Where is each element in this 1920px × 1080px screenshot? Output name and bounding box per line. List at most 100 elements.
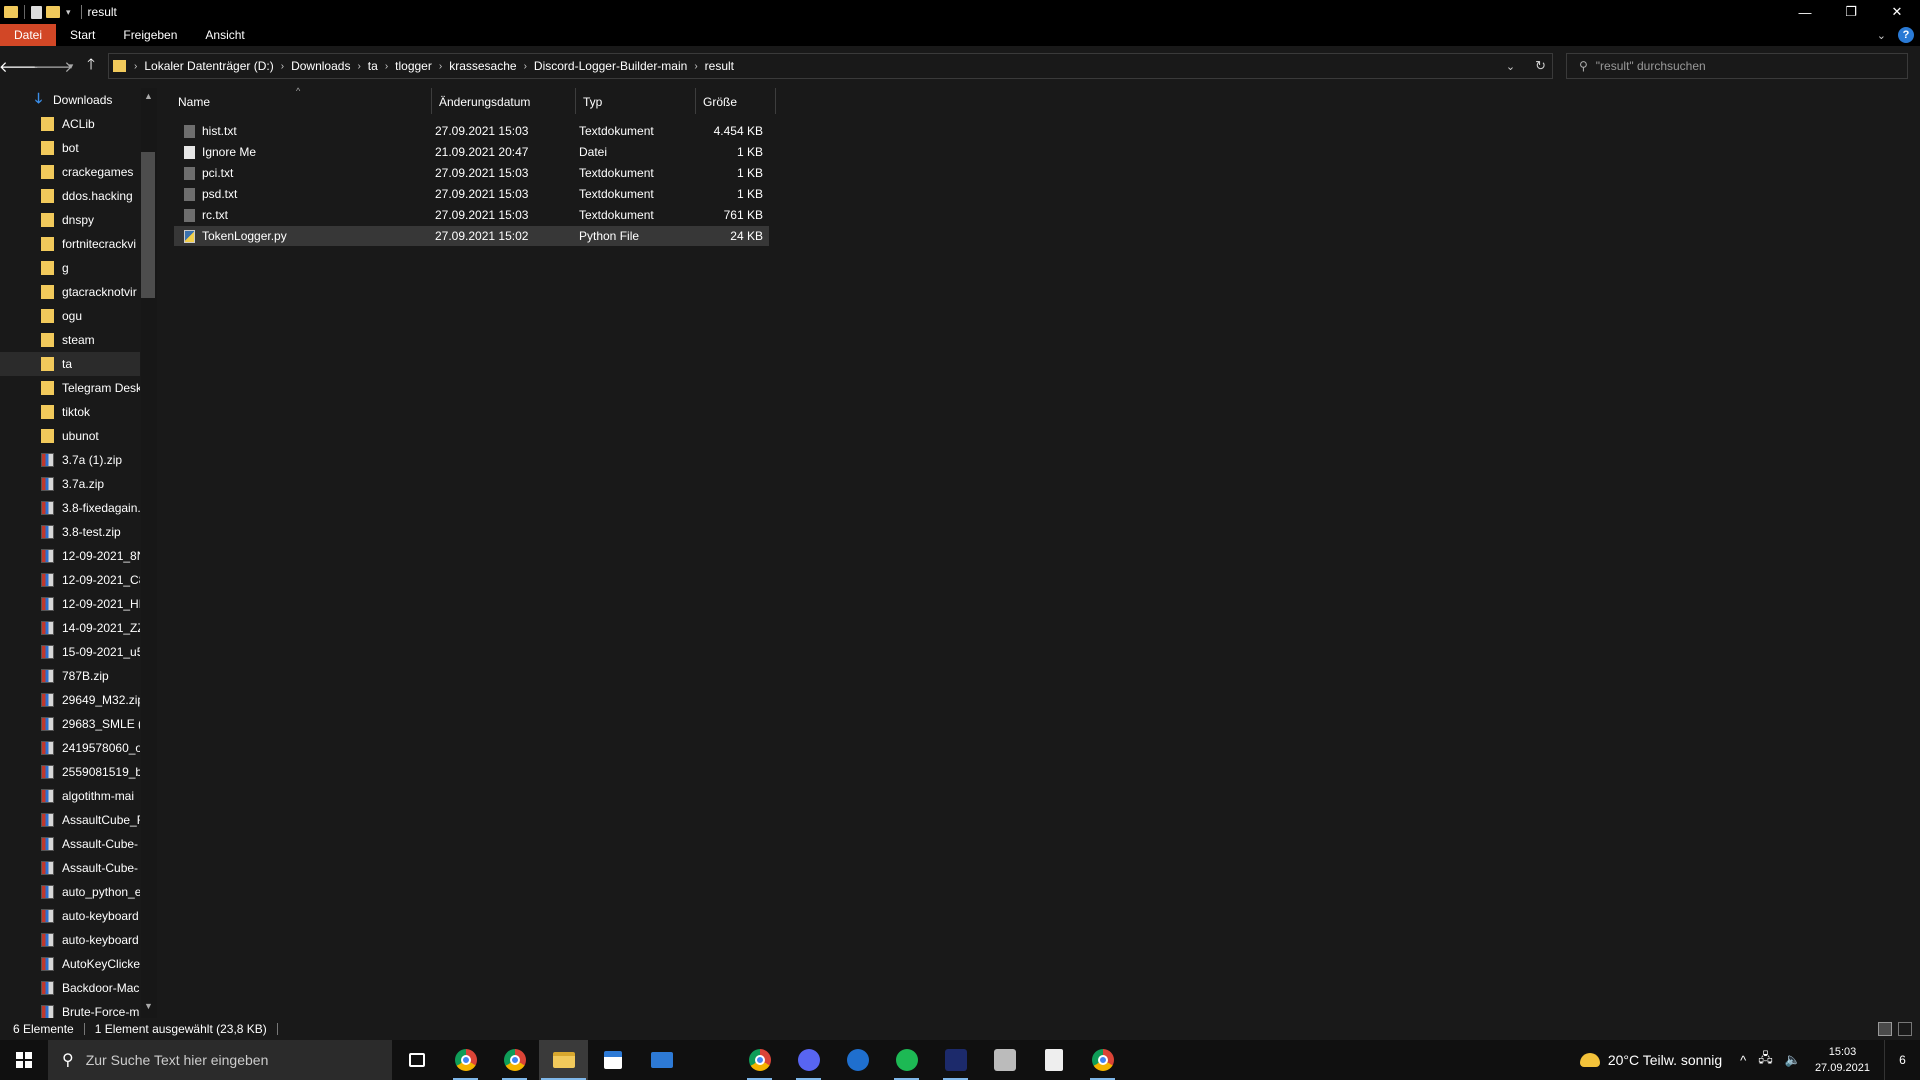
sidebar-item[interactable]: ta xyxy=(0,352,140,376)
file-row[interactable]: pci.txt 27.09.2021 15:03 Textdokument 1 KB xyxy=(174,163,769,183)
sidebar-item[interactable]: 787B.zip xyxy=(0,664,140,688)
search-box[interactable]: ⚲ xyxy=(1566,53,1908,79)
task-view-button[interactable] xyxy=(392,1040,441,1080)
sidebar-item[interactable]: dnspy xyxy=(0,208,140,232)
notification-center-button[interactable]: 6 xyxy=(1884,1040,1920,1080)
taskbar-app-discord[interactable] xyxy=(784,1040,833,1080)
file-row[interactable]: psd.txt 27.09.2021 15:03 Textdokument 1 KB xyxy=(174,184,769,204)
sidebar-item[interactable]: gtacracknotvir xyxy=(0,280,140,304)
start-button[interactable] xyxy=(0,1040,48,1080)
sidebar-item[interactable]: Assault-Cube- xyxy=(0,832,140,856)
forward-button[interactable]: 🡒 xyxy=(33,54,73,78)
taskbar-app-chrome-profile-a[interactable] xyxy=(441,1040,490,1080)
sidebar-item[interactable]: 29683_SMLE (L xyxy=(0,712,140,736)
maximize-button[interactable]: ❐ xyxy=(1828,0,1874,24)
taskbar-app-mail[interactable] xyxy=(637,1040,686,1080)
sidebar-item[interactable]: auto-keyboard xyxy=(0,928,140,952)
back-button[interactable]: 🡐 xyxy=(0,54,39,78)
sidebar-item[interactable]: 🡓 Downloads xyxy=(0,88,140,112)
sidebar-item[interactable]: g xyxy=(0,256,140,280)
sidebar-item[interactable]: 3.7a (1).zip xyxy=(0,448,140,472)
address-bar[interactable]: › Lokaler Datenträger (D:) › Downloads ›… xyxy=(108,53,1553,79)
sidebar-item[interactable]: 14-09-2021_ZZ xyxy=(0,616,140,640)
breadcrumb-result[interactable]: result xyxy=(700,59,739,73)
sidebar-item[interactable]: ubunot xyxy=(0,424,140,448)
sidebar-item[interactable]: Backdoor-Mac xyxy=(0,976,140,1000)
clock[interactable]: 15:03 27.09.2021 xyxy=(1815,1044,1870,1076)
close-button[interactable]: ✕ xyxy=(1874,0,1920,24)
chevron-down-icon[interactable]: ⌄ xyxy=(1506,60,1515,73)
taskbar-search-input[interactable] xyxy=(85,1052,386,1068)
sidebar-item[interactable]: auto-keyboard xyxy=(0,904,140,928)
column-header-size[interactable]: Größe xyxy=(695,88,775,116)
up-button[interactable]: 🡑 xyxy=(79,54,103,78)
sidebar-item[interactable]: auto_python_e xyxy=(0,880,140,904)
network-icon[interactable]: 🖧 xyxy=(1758,1049,1773,1071)
tab-view[interactable]: Ansicht xyxy=(191,24,258,46)
breadcrumb-krassesache[interactable]: krassesache xyxy=(444,59,521,73)
sidebar-scrollbar-thumb[interactable] xyxy=(141,152,155,298)
taskbar-search[interactable]: ⚲ xyxy=(48,1040,392,1080)
taskbar-app-file-explorer[interactable] xyxy=(539,1040,588,1080)
breadcrumb-tlogger[interactable]: tlogger xyxy=(390,59,437,73)
sidebar-item[interactable]: AutoKeyClicke xyxy=(0,952,140,976)
sidebar-item[interactable]: tiktok xyxy=(0,400,140,424)
sidebar-item[interactable]: steam xyxy=(0,328,140,352)
volume-icon[interactable]: 🔈 xyxy=(1785,1052,1801,1068)
taskbar-app-chrome[interactable] xyxy=(1078,1040,1127,1080)
taskbar-app-utility[interactable] xyxy=(980,1040,1029,1080)
sidebar-item[interactable]: 3.8-test.zip xyxy=(0,520,140,544)
new-folder-icon[interactable] xyxy=(46,6,60,18)
sidebar-item[interactable]: crackegames xyxy=(0,160,140,184)
file-row[interactable]: hist.txt 27.09.2021 15:03 Textdokument 4.45… xyxy=(174,121,769,141)
show-hidden-icons-icon[interactable]: ^ xyxy=(1740,1053,1746,1068)
sidebar-item[interactable]: ogu xyxy=(0,304,140,328)
expand-ribbon-icon[interactable]: ⌄ xyxy=(1877,29,1886,42)
sidebar-item[interactable]: Telegram Deskt xyxy=(0,376,140,400)
taskbar-app-blank[interactable] xyxy=(686,1040,735,1080)
sidebar-item[interactable]: Assault-Cube- xyxy=(0,856,140,880)
chevron-right-icon[interactable]: › xyxy=(132,61,139,72)
chevron-right-icon[interactable]: › xyxy=(355,61,362,72)
column-header-name[interactable]: Name xyxy=(170,88,431,116)
scroll-down-icon[interactable]: ▼ xyxy=(144,1001,153,1011)
scroll-up-icon[interactable]: ▲ xyxy=(144,91,153,101)
sidebar-item[interactable]: ACLib xyxy=(0,112,140,136)
tab-file[interactable]: Datei xyxy=(0,24,57,46)
taskbar-app-chrome-profile-c[interactable] xyxy=(735,1040,784,1080)
sidebar-item[interactable]: ddos.hacking xyxy=(0,184,140,208)
properties-icon[interactable] xyxy=(31,5,42,19)
chevron-down-icon[interactable]: ▾ xyxy=(66,7,71,18)
weather-text[interactable]: 20°C Teilw. sonnig xyxy=(1608,1052,1722,1068)
weather-icon[interactable] xyxy=(1579,1053,1600,1067)
tab-start[interactable]: Start xyxy=(56,24,109,46)
taskbar-app-chrome-profile-b[interactable] xyxy=(490,1040,539,1080)
chevron-right-icon[interactable]: › xyxy=(383,61,390,72)
sidebar-item[interactable]: 29649_M32.zip xyxy=(0,688,140,712)
file-row[interactable]: rc.txt 27.09.2021 15:03 Textdokument 761 KB xyxy=(174,205,769,225)
breadcrumb-ta[interactable]: ta xyxy=(363,59,383,73)
sidebar-item[interactable]: bot xyxy=(0,136,140,160)
sidebar-item[interactable]: 3.7a.zip xyxy=(0,472,140,496)
sidebar-item[interactable]: 12-09-2021_C8 xyxy=(0,568,140,592)
refresh-icon[interactable]: ↻ xyxy=(1535,58,1546,74)
taskbar-app-spotify[interactable] xyxy=(882,1040,931,1080)
sidebar-item[interactable]: Brute-Force-m xyxy=(0,1000,140,1018)
taskbar-app-edge[interactable] xyxy=(833,1040,882,1080)
sidebar-item[interactable]: 2419578060_of xyxy=(0,736,140,760)
column-header-type[interactable]: Typ xyxy=(575,88,695,116)
details-view-icon[interactable] xyxy=(1878,1022,1892,1036)
minimize-button[interactable]: — xyxy=(1782,0,1828,24)
sidebar-item[interactable]: fortnitecrackvi xyxy=(0,232,140,256)
recent-locations-button[interactable]: ▾ xyxy=(65,54,77,78)
taskbar-app-x[interactable] xyxy=(931,1040,980,1080)
taskbar-app-store[interactable] xyxy=(588,1040,637,1080)
chevron-right-icon[interactable]: › xyxy=(522,61,529,72)
breadcrumb-drive[interactable]: Lokaler Datenträger (D:) xyxy=(139,59,278,73)
sidebar-item[interactable]: 2559081519_bo xyxy=(0,760,140,784)
help-icon[interactable]: ? xyxy=(1898,27,1914,43)
sidebar-item[interactable]: 15-09-2021_u5 xyxy=(0,640,140,664)
sidebar-item[interactable]: 12-09-2021_HR xyxy=(0,592,140,616)
taskbar-app-document[interactable] xyxy=(1029,1040,1078,1080)
large-icons-view-icon[interactable] xyxy=(1898,1022,1912,1036)
